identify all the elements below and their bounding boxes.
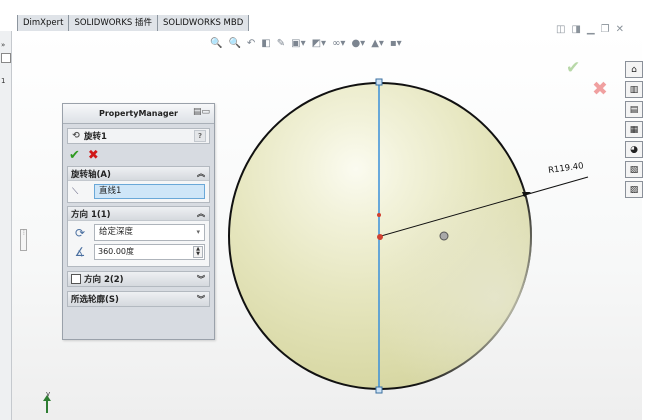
end-condition-select[interactable]: 给定深度 ▾ (94, 224, 205, 241)
chevron-up-icon[interactable]: ︽ (197, 168, 205, 179)
spinner-icon[interactable]: ▲ ▼ (193, 246, 203, 258)
direction1-group-header[interactable]: 方向 1(1) ︽ (68, 207, 209, 221)
chevron-down-icon[interactable]: ︾ (197, 274, 205, 285)
help-button[interactable]: ? (194, 130, 206, 142)
direction1-group-label: 方向 1(1) (71, 209, 111, 220)
direction2-checkbox[interactable] (71, 274, 81, 284)
center-point-icon (439, 231, 449, 241)
feature-header: ⟲ 旋转1 ? (67, 128, 210, 144)
chevron-down-icon[interactable]: ︾ (197, 294, 205, 305)
axis-line-icon: ⟍ (72, 186, 79, 197)
property-manager-panel: PropertyManager ▤▭ ⟲ 旋转1 ? ✔ ✖ 旋转轴(A) ︽ … (62, 103, 215, 340)
chevron-up-icon[interactable]: ︽ (197, 208, 205, 219)
cancel-icon[interactable]: ✖ (88, 148, 99, 163)
property-manager-title: PropertyManager (99, 109, 178, 118)
axis-end-handle-top (375, 78, 383, 86)
axis-selection-field[interactable]: 直线1 (94, 184, 205, 199)
feature-name: 旋转1 (84, 132, 107, 142)
direction2-group-header[interactable]: 方向 2(2) ︾ (67, 271, 210, 287)
axis-group-label: 旋转轴(A) (71, 169, 111, 180)
axis-group: 旋转轴(A) ︽ ⟍ 直线1 (67, 166, 210, 203)
reference-triad: y (42, 390, 56, 416)
angle-value: 360.00度 (98, 247, 134, 256)
contours-group-label: 所选轮廓(S) (71, 295, 119, 305)
axis-midpoint (377, 213, 381, 217)
direction2-group-label: 方向 2(2) (84, 275, 124, 285)
radius-arrow-head (522, 192, 531, 197)
ok-cancel-row: ✔ ✖ (69, 148, 208, 163)
origin-icon (377, 234, 383, 240)
end-condition-value: 给定深度 (99, 227, 134, 237)
property-manager-title-bar: PropertyManager ▤▭ (63, 104, 214, 124)
contours-group-header[interactable]: 所选轮廓(S) ︾ (67, 291, 210, 307)
reverse-direction-icon[interactable]: ⟳ (72, 225, 88, 241)
angle-icon: ∡ (74, 245, 86, 259)
direction1-group: 方向 1(1) ︽ ⟳ 给定深度 ▾ ∡ 360.00度 ▲ ▼ (67, 206, 210, 267)
ok-icon[interactable]: ✔ (69, 148, 80, 163)
axis-end-handle-bottom (375, 386, 383, 394)
triad-axis-line (46, 399, 48, 413)
chevron-down-icon: ▾ (196, 228, 200, 236)
angle-input[interactable]: 360.00度 ▲ ▼ (94, 244, 205, 260)
pin-icon[interactable]: ▤▭ (193, 107, 210, 117)
panel-resize-handle[interactable]: ⋮ (20, 229, 27, 251)
axis-group-header[interactable]: 旋转轴(A) ︽ (68, 167, 209, 181)
radius-dimension-line (380, 176, 589, 237)
revolve-icon: ⟲ (72, 131, 80, 141)
